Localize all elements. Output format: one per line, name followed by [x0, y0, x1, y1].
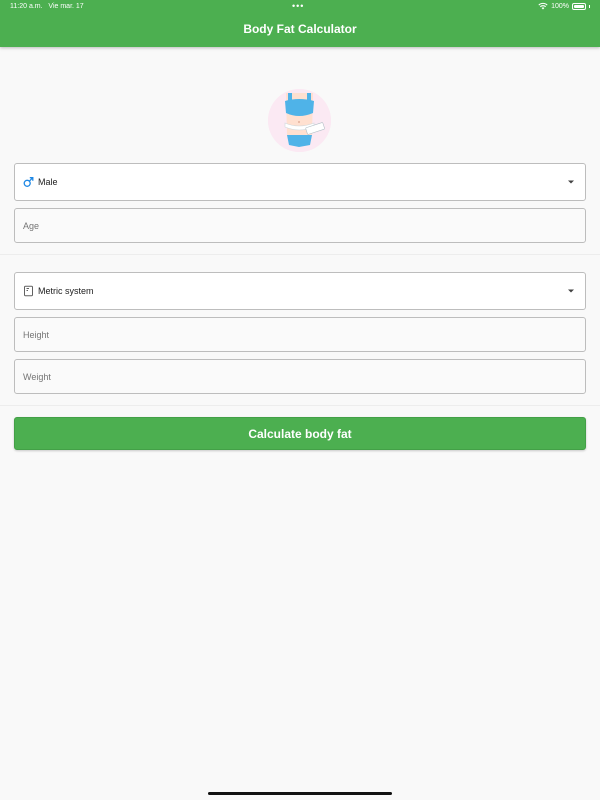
- home-indicator[interactable]: [208, 792, 392, 795]
- gender-value: Male: [38, 177, 58, 187]
- height-field[interactable]: Height: [14, 317, 586, 352]
- status-time: 11:20 a.m. Vie mar. 17: [10, 3, 84, 10]
- battery-tip: [589, 4, 590, 8]
- calculate-body-fat-button[interactable]: Calculate body fat: [14, 417, 586, 450]
- battery-percentage: 100%: [551, 2, 569, 10]
- weight-field[interactable]: Weight: [14, 359, 586, 394]
- multitasking-dots-icon[interactable]: •••: [292, 1, 304, 11]
- chevron-down-icon: [568, 289, 574, 293]
- status-date-text: Vie mar. 17: [48, 3, 84, 10]
- page-title: Body Fat Calculator: [243, 22, 357, 36]
- gender-select[interactable]: Male: [14, 163, 586, 201]
- height-placeholder: Height: [23, 329, 50, 340]
- battery-icon: [572, 2, 586, 10]
- unit-system-value: Metric system: [38, 286, 94, 296]
- wifi-icon: [538, 2, 548, 10]
- status-right: 100%: [538, 2, 590, 10]
- male-symbol-icon: [23, 177, 34, 187]
- age-placeholder: Age: [23, 220, 40, 231]
- age-field[interactable]: Age: [14, 208, 586, 243]
- ruler-icon: [24, 285, 33, 297]
- waist-tape-icon: [268, 89, 331, 152]
- status-time-text: 11:20 a.m.: [10, 3, 43, 10]
- status-bar: 11:20 a.m. Vie mar. 17 ••• 100%: [0, 0, 600, 14]
- body-measure-illustration: [268, 89, 331, 152]
- chevron-down-icon: [568, 180, 574, 184]
- unit-system-select[interactable]: Metric system: [14, 272, 586, 310]
- section-divider: [0, 405, 600, 406]
- weight-placeholder: Weight: [23, 371, 51, 382]
- section-divider: [0, 254, 600, 255]
- app-bar: 11:20 a.m. Vie mar. 17 ••• 100% Body Fat…: [0, 0, 600, 47]
